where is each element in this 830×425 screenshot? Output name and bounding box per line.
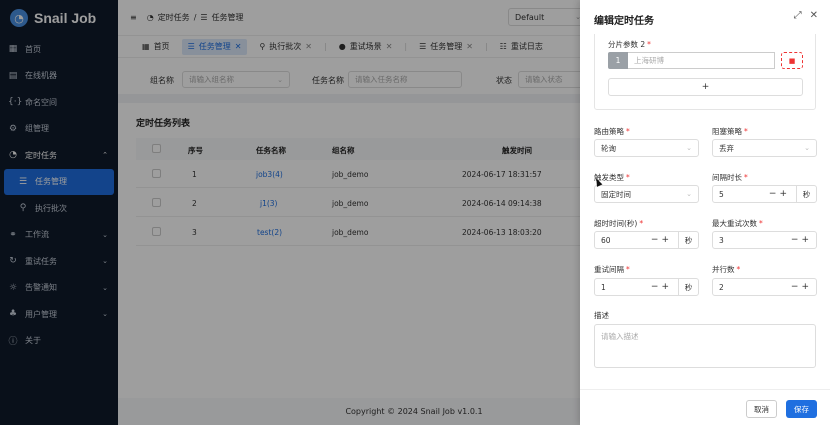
parallel-label: 并行数 *	[712, 265, 741, 274]
drawer-body: 分片参数 2 * 1 上海研博 ■ + 路由策略 * 轮询 ⌄ 阻塞策略 * 丢弃 ⌄ 触…	[580, 34, 830, 389]
parallel-input[interactable]: 2 −+	[712, 278, 817, 296]
shard-params-panel: 分片参数 2 * 1 上海研博 ■ +	[594, 34, 816, 110]
shard-param-label: 分片参数 2 *	[608, 40, 651, 49]
route-strategy-label: 路由策略 *	[594, 127, 630, 136]
chevron-down-icon: ⌄	[804, 144, 810, 152]
description-label: 描述	[594, 311, 609, 320]
interval-input[interactable]: 5 −+ 秒	[712, 185, 817, 203]
edit-task-drawer: 编辑定时任务 ⤢ ✕ 分片参数 2 * 1 上海研博 ■ + 路由策略 * 轮询 ⌄ …	[580, 0, 830, 425]
stepper-icon[interactable]: −+	[651, 235, 672, 245]
block-strategy-label: 阻塞策略 *	[712, 127, 748, 136]
chevron-down-icon: ⌄	[686, 144, 692, 152]
trigger-type-select[interactable]: 固定时间 ⌄	[594, 185, 699, 203]
max-retry-input[interactable]: 3 −+	[712, 231, 817, 249]
shard-index-badge: 1	[608, 52, 628, 69]
route-strategy-select[interactable]: 轮询 ⌄	[594, 139, 699, 157]
interval-label: 间隔时长 *	[712, 173, 748, 182]
retry-interval-label: 重试间隔 *	[594, 265, 630, 274]
add-shard-button[interactable]: +	[608, 78, 803, 96]
retry-interval-input[interactable]: 1 −+ 秒	[594, 278, 699, 296]
stepper-icon[interactable]: −+	[769, 189, 790, 199]
cancel-button[interactable]: 取消	[746, 400, 777, 418]
save-button[interactable]: 保存	[786, 400, 817, 418]
trash-icon: ■	[788, 56, 796, 65]
timeout-label: 超时时间(秒) *	[594, 219, 644, 228]
expand-icon[interactable]: ⤢	[794, 10, 802, 21]
modal-overlay[interactable]	[0, 0, 580, 425]
description-textarea[interactable]: 请输入描述	[594, 324, 816, 368]
shard-param-input[interactable]: 上海研博	[628, 52, 775, 69]
block-strategy-select[interactable]: 丢弃 ⌄	[712, 139, 817, 157]
stepper-icon[interactable]: −+	[791, 235, 812, 245]
stepper-icon[interactable]: −+	[651, 282, 672, 292]
shard-delete-button[interactable]: ■	[781, 52, 803, 69]
max-retry-label: 最大重试次数 *	[712, 219, 763, 228]
drawer-title: 编辑定时任务	[594, 16, 654, 27]
drawer-footer: 取消 保存	[580, 389, 830, 425]
stepper-icon[interactable]: −+	[791, 282, 812, 292]
close-icon[interactable]: ✕	[810, 10, 818, 21]
timeout-input[interactable]: 60 −+ 秒	[594, 231, 699, 249]
chevron-down-icon: ⌄	[686, 190, 692, 198]
